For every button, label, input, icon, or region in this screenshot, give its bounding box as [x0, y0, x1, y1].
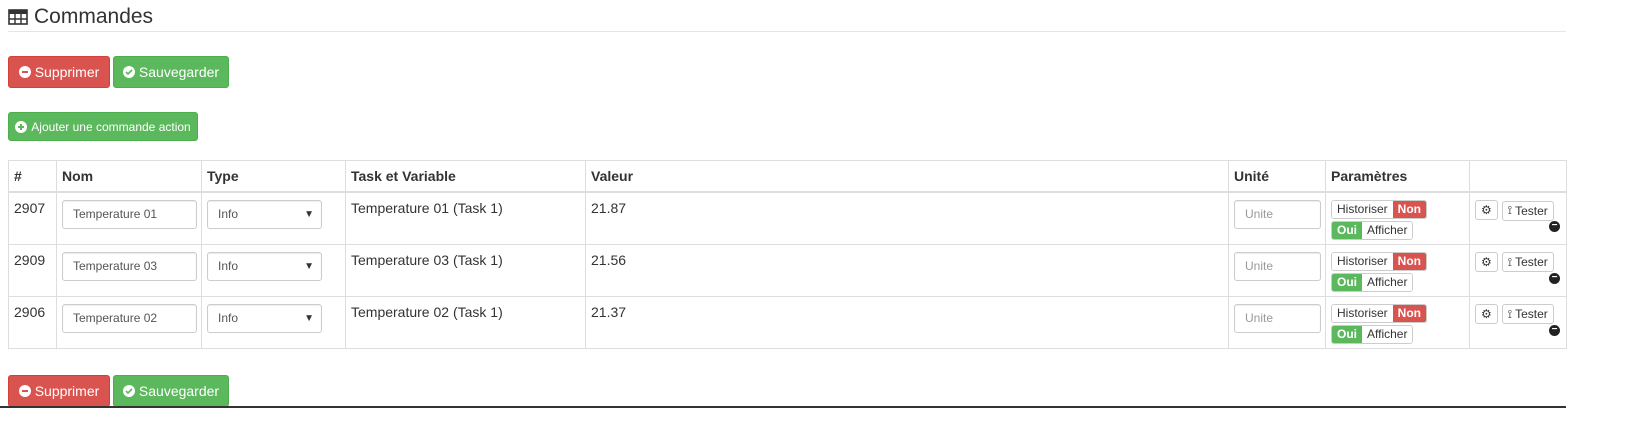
header-divider [8, 31, 1566, 32]
minus-circle-icon [18, 385, 31, 397]
table-row: 2907 Temperature 01 Info ▼ Temperature 01… [8, 191, 1567, 245]
cell-value: 21.56 [585, 243, 1229, 297]
configure-button[interactable]: ⚙ [1475, 251, 1498, 272]
name-input[interactable]: Temperature 03 [62, 251, 197, 281]
caret-down-icon: ▼ [304, 312, 314, 324]
table-row: 2909 Temperature 03 Info ▼ Temperature 03… [8, 243, 1567, 297]
rss-icon: ⟟ [1507, 306, 1513, 321]
minus-circle-icon [18, 66, 31, 78]
table-header-row: # Nom Type Task et Variable Valeur Unité… [8, 160, 1567, 193]
col-header-id: # [8, 160, 57, 193]
historize-toggle[interactable]: Historiser Non [1331, 251, 1427, 271]
cell-task: Temperature 02 (Task 1) [345, 295, 586, 349]
type-select[interactable]: Info ▼ [207, 251, 322, 281]
section-header: Commandes [8, 5, 153, 29]
configure-button[interactable]: ⚙ [1475, 200, 1498, 220]
cell-task: Temperature 03 (Task 1) [345, 243, 586, 297]
historize-toggle[interactable]: Historiser Non [1331, 303, 1427, 323]
col-header-value: Valeur [585, 160, 1229, 193]
delete-button-bottom[interactable]: Supprimer [8, 375, 110, 407]
historize-toggle[interactable]: Historiser Non [1331, 200, 1427, 219]
caret-down-icon: ▼ [304, 260, 314, 272]
col-header-params: Paramètres [1325, 160, 1470, 193]
col-header-name: Nom [56, 160, 202, 193]
name-input[interactable]: Temperature 02 [62, 303, 197, 333]
plus-circle-icon [15, 120, 28, 133]
configure-button[interactable]: ⚙ [1475, 303, 1498, 324]
cogs-icon: ⚙ [1481, 254, 1492, 269]
remove-icon[interactable]: − [1549, 221, 1560, 232]
display-toggle[interactable]: Oui Afficher [1331, 221, 1414, 240]
add-action-command-button[interactable]: Ajouter une commande action [8, 112, 198, 141]
col-header-unit: Unité [1228, 160, 1326, 193]
remove-icon[interactable]: − [1549, 272, 1560, 284]
bottom-divider [0, 406, 1566, 408]
caret-down-icon: ▼ [304, 209, 314, 220]
cogs-icon: ⚙ [1481, 306, 1492, 321]
test-button[interactable]: ⟟ Tester [1501, 304, 1554, 324]
cell-id: 2906 [8, 295, 57, 349]
unit-input[interactable]: Unite [1234, 251, 1321, 281]
table-icon [8, 9, 28, 25]
check-circle-icon [122, 385, 135, 397]
delete-button-top[interactable]: Supprimer [8, 56, 110, 88]
cell-id: 2909 [8, 243, 57, 297]
type-select[interactable]: Info ▼ [207, 303, 322, 333]
display-toggle[interactable]: Oui Afficher [1331, 272, 1414, 292]
cell-value: 21.87 [585, 191, 1229, 245]
rss-icon: ⟟ [1507, 203, 1513, 217]
commands-table: # Nom Type Task et Variable Valeur Unité… [8, 160, 1567, 349]
table-row: 2906 Temperature 02 Info ▼ Temperature 02… [8, 295, 1567, 349]
rss-icon: ⟟ [1507, 254, 1513, 269]
save-button-top[interactable]: Sauvegarder [113, 56, 229, 88]
test-button[interactable]: ⟟ Tester [1501, 200, 1554, 221]
test-button[interactable]: ⟟ Tester [1501, 252, 1554, 272]
unit-input[interactable]: Unite [1234, 303, 1321, 333]
page-title: Commandes [34, 5, 154, 28]
remove-icon[interactable]: − [1549, 324, 1560, 336]
cogs-icon: ⚙ [1481, 203, 1492, 217]
cell-task: Temperature 01 (Task 1) [345, 191, 586, 245]
check-circle-icon [122, 66, 135, 78]
col-header-type: Type [201, 160, 346, 193]
col-header-actions [1469, 160, 1567, 193]
unit-input[interactable]: Unite [1234, 200, 1321, 229]
save-button-bottom[interactable]: Sauvegarder [113, 375, 229, 407]
col-header-task: Task et Variable [345, 160, 586, 193]
name-input[interactable]: Temperature 01 [62, 200, 197, 229]
cell-id: 2907 [8, 191, 57, 245]
display-toggle[interactable]: Oui Afficher [1331, 324, 1414, 344]
cell-value: 21.37 [585, 295, 1229, 349]
type-select[interactable]: Info ▼ [207, 200, 322, 229]
